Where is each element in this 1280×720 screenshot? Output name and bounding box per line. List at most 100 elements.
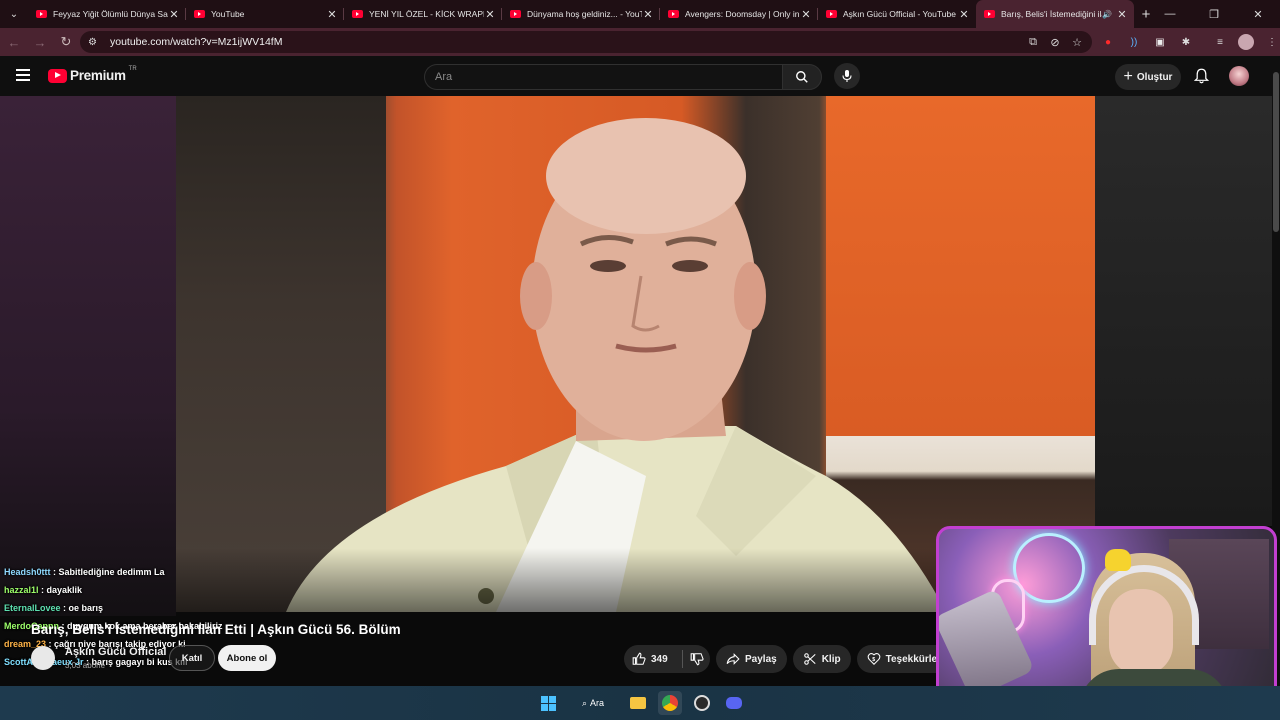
account-avatar[interactable]: [1229, 66, 1249, 86]
chrome-icon[interactable]: [658, 691, 682, 715]
audio-extension-icon[interactable]: )): [1126, 34, 1142, 50]
window-controls: — ❐ ✕: [1148, 0, 1280, 28]
url-text: youtube.com/watch?v=Mz1ijWV14fM: [110, 36, 283, 48]
search-icon: ⌕: [581, 697, 588, 708]
chat-text: dayaklik: [46, 585, 83, 595]
obs-icon[interactable]: [690, 691, 714, 715]
tab-close-icon[interactable]: ✕: [168, 8, 180, 21]
browser-tab[interactable]: Dünyama hoş geldiniz... - YouT ✕: [502, 0, 660, 28]
chat-message: Headsh0ttt : Sabitlediğine dedimm La: [4, 567, 165, 577]
youtube-favicon-icon: [668, 10, 679, 18]
tab-title: Barış, Belis'i İstemediğini ila: [1001, 9, 1103, 19]
svg-text:$: $: [872, 657, 875, 663]
browser-tab[interactable]: Feyyaz Yiğit Ölümlü Dünya Sah ✕: [28, 0, 186, 28]
youtube-favicon-icon: [352, 10, 363, 18]
logo-word: Premium: [70, 68, 126, 83]
tracking-eye-off-icon[interactable]: ⊘: [1048, 35, 1062, 49]
like-dislike-group: 349: [624, 645, 710, 673]
subscribe-button[interactable]: Abone ol: [218, 645, 276, 671]
create-label: Oluştur: [1136, 71, 1173, 83]
youtube-premium-logo[interactable]: Premium TR: [48, 65, 137, 83]
microphone-icon: [842, 70, 852, 82]
tab-close-icon[interactable]: ✕: [326, 8, 338, 21]
tab-title: YouTube: [211, 9, 245, 19]
ambient-right: [1095, 96, 1272, 526]
youtube-favicon-icon: [510, 10, 521, 18]
plus-icon: +: [1123, 68, 1133, 85]
install-app-icon[interactable]: ⧉: [1026, 35, 1040, 49]
restore-icon[interactable]: ❐: [1192, 0, 1236, 28]
scissors-icon: [803, 653, 816, 665]
browser-tab-strip: ⌄ Feyyaz Yiğit Ölümlü Dünya Sah ✕ YouTub…: [0, 0, 1280, 28]
forward-icon[interactable]: →: [28, 30, 52, 54]
channel-name[interactable]: Aşkın Gücü Official: [65, 646, 166, 658]
more-menu-icon[interactable]: ⋮: [1264, 34, 1280, 50]
country-code: TR: [128, 65, 137, 72]
reading-list-icon[interactable]: ≡: [1212, 34, 1228, 50]
video-title: Barış, Belis'i İstemediğini Ilan Etti | …: [31, 622, 401, 637]
share-arrow-icon: [726, 653, 740, 665]
join-button[interactable]: Katıl: [169, 645, 215, 671]
twitch-extension-icon[interactable]: ▣: [1152, 34, 1168, 50]
browser-tab[interactable]: YENİ YIL ÖZEL - KİCK WRAPPED ✕: [344, 0, 502, 28]
record-extension-icon[interactable]: ●: [1100, 34, 1116, 50]
share-label: Paylaş: [745, 653, 777, 665]
discord-icon[interactable]: [722, 691, 746, 715]
youtube-masthead: Premium TR Ara + Oluştur: [0, 56, 1280, 96]
chat-message: hazzal1l : dayaklik: [4, 585, 83, 595]
tab-close-icon[interactable]: ✕: [484, 8, 496, 21]
youtube-favicon-icon: [984, 10, 995, 18]
chat-username: hazzal1l: [4, 585, 39, 595]
chat-message: EternalLovee : oe barış: [4, 603, 104, 613]
tab-close-icon[interactable]: ✕: [642, 8, 654, 21]
scrollbar-thumb[interactable]: [1273, 72, 1279, 232]
notifications-bell-icon[interactable]: [1192, 67, 1210, 85]
search-icon: [796, 71, 808, 83]
address-bar[interactable]: ⚙ youtube.com/watch?v=Mz1ijWV14fM ⧉ ⊘ ☆: [80, 31, 1092, 53]
bookmark-star-icon[interactable]: ☆: [1070, 35, 1084, 49]
extensions-area: ● )) ▣ ✱ ≡ ⋮: [1100, 34, 1280, 50]
thanks-heart-dollar-icon: $: [867, 653, 880, 665]
chat-username: Headsh0ttt: [4, 567, 51, 577]
search-button[interactable]: [782, 64, 822, 90]
browser-toolbar: ← → ↻ ⚙ youtube.com/watch?v=Mz1ijWV14fM …: [0, 28, 1280, 56]
tab-close-icon[interactable]: ✕: [958, 8, 970, 21]
back-icon[interactable]: ←: [2, 30, 26, 54]
tab-close-icon[interactable]: ✕: [800, 8, 812, 21]
chat-username: EternalLovee: [4, 603, 61, 613]
tab-audio-icon[interactable]: 🔊: [1102, 10, 1112, 19]
tab-close-icon[interactable]: ✕: [1116, 8, 1128, 21]
minimize-icon[interactable]: —: [1148, 0, 1192, 28]
youtube-play-logo-icon: [48, 68, 67, 83]
extensions-puzzle-icon[interactable]: ✱: [1178, 34, 1194, 50]
clip-button[interactable]: Klip: [792, 645, 851, 673]
menu-hamburger-icon[interactable]: [16, 69, 30, 81]
windows-start-icon[interactable]: [536, 691, 560, 715]
file-explorer-icon[interactable]: [626, 691, 650, 715]
tab-search-chevron-icon[interactable]: ⌄: [0, 0, 28, 28]
ambient-left: [0, 96, 176, 616]
browser-tab[interactable]: Aşkın Gücü Official - YouTube ✕: [818, 0, 976, 28]
thumbs-up-icon: [632, 652, 646, 665]
windows-taskbar: ⌕ Ara: [0, 686, 1280, 720]
channel-avatar[interactable]: [31, 646, 55, 670]
create-button[interactable]: + Oluştur: [1115, 64, 1181, 90]
tab-title: Avengers: Doomsday | Only in: [685, 9, 800, 19]
thumbs-down-icon[interactable]: [690, 652, 704, 666]
profile-avatar-icon[interactable]: [1238, 34, 1254, 50]
thanks-label: Teşekkürler: [885, 653, 941, 665]
browser-tab-active[interactable]: Barış, Belis'i İstemediğini ila 🔊 ✕: [976, 0, 1134, 28]
clip-label: Klip: [821, 653, 841, 665]
like-button[interactable]: 349: [632, 652, 682, 666]
tab-title: Feyyaz Yiğit Ölümlü Dünya Sah: [53, 9, 168, 19]
chat-text: oe barış: [68, 603, 104, 613]
browser-tab[interactable]: Avengers: Doomsday | Only in ✕: [660, 0, 818, 28]
search-input[interactable]: Ara: [424, 64, 782, 90]
taskbar-search[interactable]: ⌕ Ara: [568, 691, 618, 715]
browser-tab[interactable]: YouTube ✕: [186, 0, 344, 28]
share-button[interactable]: Paylaş: [716, 645, 787, 673]
close-window-icon[interactable]: ✕: [1236, 0, 1280, 28]
reload-icon[interactable]: ↻: [54, 30, 78, 54]
voice-search-button[interactable]: [834, 63, 860, 89]
site-info-icon[interactable]: ⚙: [88, 37, 102, 48]
